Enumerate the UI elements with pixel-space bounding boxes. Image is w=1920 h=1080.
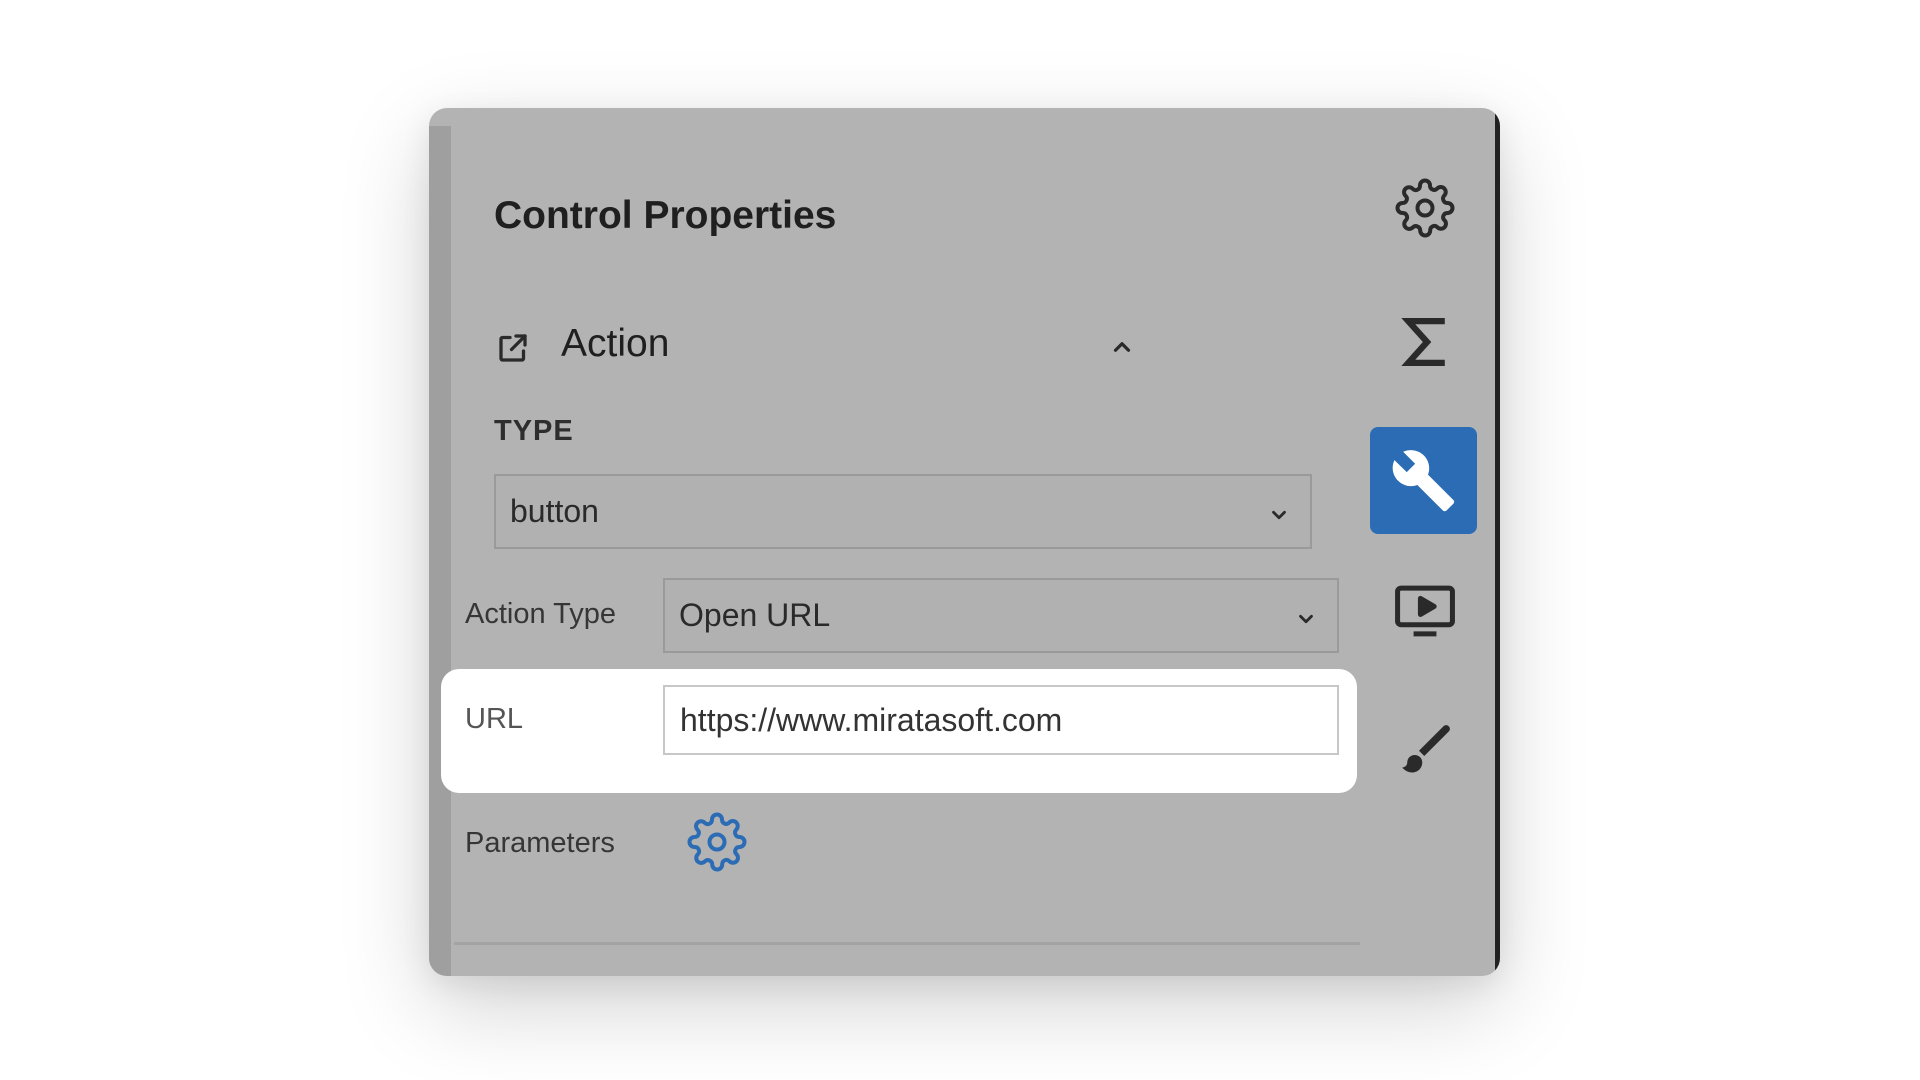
wrench-icon (1392, 450, 1455, 512)
type-label: TYPE (494, 415, 574, 447)
panel-right-border (1495, 108, 1500, 976)
sigma-icon[interactable] (1400, 314, 1450, 370)
panel-title: Control Properties (494, 194, 837, 237)
url-input[interactable]: https://www.miratasoft.com (663, 685, 1339, 755)
action-type-select[interactable]: Open URL (663, 578, 1339, 653)
url-label: URL (465, 703, 524, 735)
gear-icon[interactable] (1395, 178, 1455, 238)
parameters-label: Parameters (465, 827, 615, 859)
properties-tool-button[interactable] (1370, 427, 1477, 534)
section-divider (454, 942, 1360, 945)
type-select-value: button (510, 493, 599, 529)
play-screen-icon[interactable] (1393, 583, 1457, 639)
action-type-label: Action Type (465, 598, 617, 630)
chevron-up-icon[interactable] (1109, 334, 1135, 360)
action-type-select-value: Open URL (679, 597, 831, 633)
section-title-action[interactable]: Action (561, 322, 669, 366)
type-select[interactable]: button (494, 474, 1312, 549)
chevron-down-icon (1272, 510, 1286, 520)
parameters-gear-icon[interactable] (687, 812, 747, 872)
chevron-down-icon (1299, 614, 1313, 624)
url-input-value: https://www.miratasoft.com (680, 701, 1063, 738)
panel-left-border (429, 126, 451, 976)
control-properties-panel: Control Properties Action TYPE button Ac… (429, 108, 1500, 976)
open-external-icon (499, 334, 527, 362)
paintbrush-icon[interactable] (1395, 720, 1455, 780)
